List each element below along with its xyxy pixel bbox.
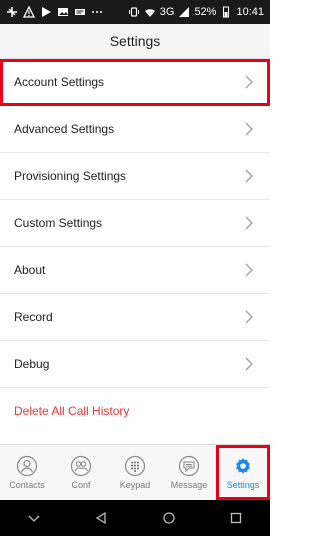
- tab-label: Keypad: [119, 480, 151, 490]
- status-bar: 3G 52% 10:41: [0, 0, 270, 24]
- tab-settings[interactable]: Settings: [216, 445, 270, 500]
- system-nav-bar: [0, 500, 270, 536]
- back-icon[interactable]: [94, 511, 108, 525]
- chevron-right-icon: [245, 75, 253, 89]
- chevron-right-icon: [245, 263, 253, 277]
- settings-item-label: Provisioning Settings: [14, 169, 127, 183]
- tab-label: Conf: [71, 480, 91, 490]
- partially-hidden-row: [0, 434, 270, 444]
- chevron-right-icon: [245, 169, 253, 183]
- tab-contacts[interactable]: Contacts: [0, 445, 54, 500]
- status-left-icons: [6, 6, 103, 18]
- delete-call-history-button[interactable]: Delete All Call History: [0, 388, 270, 435]
- settings-gear-icon: [236, 458, 250, 474]
- page-title: Settings: [109, 33, 161, 49]
- settings-item-label: Record: [14, 310, 53, 324]
- play-store-icon: [40, 6, 52, 18]
- plane-plus-icon: [6, 6, 18, 18]
- header: Settings: [0, 24, 270, 59]
- tab-message[interactable]: Message: [162, 445, 216, 500]
- settings-item-label: Custom Settings: [14, 216, 103, 230]
- settings-item-record[interactable]: Record: [0, 294, 270, 341]
- settings-item-label: Debug: [14, 357, 50, 371]
- message-icon: [178, 455, 200, 477]
- battery-percent: 52%: [194, 6, 217, 18]
- chevron-right-icon: [245, 357, 253, 371]
- vibrate-icon: [128, 6, 140, 18]
- network-type: 3G: [159, 6, 175, 18]
- tab-conf[interactable]: Conf: [54, 445, 108, 500]
- warning-icon: [23, 6, 35, 18]
- tab-keypad[interactable]: Keypad: [108, 445, 162, 500]
- settings-item-custom[interactable]: Custom Settings: [0, 200, 270, 247]
- settings-item-label: Advanced Settings: [14, 122, 115, 136]
- settings-item-label: Account Settings: [14, 75, 105, 89]
- home-icon[interactable]: [162, 511, 176, 525]
- tab-label: Contacts: [9, 480, 45, 490]
- wifi-icon: [144, 6, 156, 18]
- settings-item-advanced[interactable]: Advanced Settings: [0, 106, 270, 153]
- settings-item-label: About: [14, 263, 46, 277]
- status-right-icons: 3G 52% 10:41: [128, 6, 264, 18]
- notification-icon: [74, 6, 86, 18]
- contacts-icon: [16, 455, 38, 477]
- signal-icon: [178, 6, 190, 18]
- settings-item-account[interactable]: Account Settings: [0, 59, 270, 106]
- chevron-right-icon: [245, 216, 253, 230]
- settings-item-label: Delete All Call History: [14, 404, 130, 418]
- clock: 10:41: [236, 6, 264, 18]
- more-dots-icon: [91, 6, 103, 18]
- image-icon: [57, 6, 69, 18]
- settings-item-about[interactable]: About: [0, 247, 270, 294]
- chevron-right-icon: [245, 310, 253, 324]
- conference-icon: [70, 455, 92, 477]
- bottom-tab-bar: Contacts Conf Keypad Message Settings: [0, 444, 270, 500]
- battery-icon: [220, 6, 232, 18]
- settings-list: Account Settings Advanced Settings Provi…: [0, 59, 270, 435]
- chevron-right-icon: [245, 122, 253, 136]
- settings-item-provisioning[interactable]: Provisioning Settings: [0, 153, 270, 200]
- tab-label: Settings: [226, 480, 260, 490]
- settings-item-debug[interactable]: Debug: [0, 341, 270, 388]
- collapse-icon[interactable]: [27, 511, 41, 525]
- keypad-icon: [124, 455, 146, 477]
- tab-label: Message: [170, 480, 208, 490]
- recents-icon[interactable]: [229, 511, 243, 525]
